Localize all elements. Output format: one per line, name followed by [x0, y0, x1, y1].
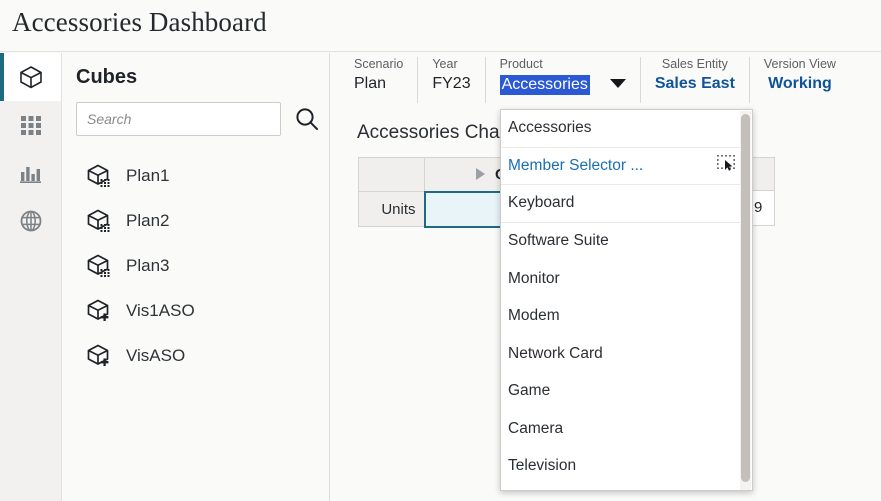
pov-dimension-label: Version View — [764, 57, 836, 71]
cube-plus-icon — [85, 297, 113, 325]
pov-cell-sales-entity[interactable]: Sales Entity Sales East — [640, 57, 749, 103]
grid-icon — [19, 113, 43, 137]
cubes-panel: Cubes — [62, 53, 330, 501]
pov-cell-product[interactable]: Product Accessories — [485, 57, 640, 103]
menu-item-label: Monitor — [508, 270, 560, 288]
search-button[interactable] — [292, 105, 322, 135]
search-input[interactable] — [76, 102, 281, 136]
rail-item-dashboards[interactable] — [0, 149, 61, 197]
menu-item-software-suite[interactable]: Software Suite — [501, 223, 744, 261]
pov-value-selected[interactable]: Accessories — [500, 75, 590, 95]
cube-grid-icon — [85, 162, 113, 190]
cube-plus-icon — [85, 342, 113, 370]
dashboard-app: Accessories Dashboard — [0, 0, 881, 501]
menu-item-label: Television — [508, 457, 576, 475]
globe-icon — [19, 209, 43, 233]
menu-item-game[interactable]: Game — [501, 373, 744, 411]
list-item-label: Plan1 — [126, 166, 169, 186]
menu-item-accessories[interactable]: Accessories — [501, 110, 744, 148]
menu-item-label: Member Selector ... — [508, 157, 643, 175]
search-icon — [294, 106, 320, 135]
menu-item-member-selector[interactable]: Member Selector ... — [501, 148, 744, 186]
rail-item-global[interactable] — [0, 197, 61, 245]
pov-value[interactable]: FY23 — [432, 75, 470, 93]
cube-grid-icon — [85, 207, 113, 235]
list-item-visaso[interactable]: VisASO — [62, 333, 330, 378]
triangle-right-icon[interactable] — [476, 168, 485, 180]
pov-bar: Scenario Plan Year FY23 Product Accessor… — [340, 57, 850, 105]
page-title: Accessories Dashboard — [12, 7, 267, 38]
dropdown-scrollbar[interactable] — [740, 111, 751, 491]
list-item-vis1aso[interactable]: Vis1ASO — [62, 288, 330, 333]
menu-item-label: Accessories — [508, 119, 592, 137]
menu-item-keyboard[interactable]: Keyboard — [501, 185, 744, 223]
pov-value[interactable]: Sales East — [655, 75, 735, 93]
grid-hidden-column-cell: 9 — [753, 191, 775, 226]
chevron-down-icon[interactable] — [610, 79, 626, 88]
pov-cell-scenario[interactable]: Scenario Plan — [340, 57, 417, 103]
list-item-plan1[interactable]: Plan1 — [62, 153, 330, 198]
pov-dimension-label: Sales Entity — [655, 57, 735, 71]
menu-item-modem[interactable]: Modem — [501, 298, 744, 336]
pov-value[interactable]: Working — [764, 75, 836, 93]
list-item-label: Plan3 — [126, 256, 169, 276]
pov-value[interactable]: Plan — [354, 75, 403, 93]
menu-item-label: Game — [508, 382, 550, 400]
bar-chart-icon — [19, 161, 43, 185]
form-title: Accessories Chart — [357, 122, 511, 144]
list-item-plan3[interactable]: Plan3 — [62, 243, 330, 288]
pov-dimension-label: Product — [500, 57, 626, 71]
menu-item-network-card[interactable]: Network Card — [501, 335, 744, 373]
pov-cell-year[interactable]: Year FY23 — [417, 57, 484, 103]
grid-hidden-column-header — [753, 157, 775, 191]
menu-item-label: Camera — [508, 420, 563, 438]
pov-dimension-label: Year — [432, 57, 470, 71]
member-selector-icon[interactable] — [716, 154, 736, 177]
list-item-label: Plan2 — [126, 211, 169, 231]
grid-row-header-units[interactable]: Units — [359, 192, 425, 227]
product-dropdown-menu[interactable]: Accessories Member Selector ... — [500, 109, 753, 491]
rail-item-cubes[interactable] — [0, 53, 61, 101]
dropdown-list: Accessories Member Selector ... — [501, 110, 744, 485]
cube-grid-icon — [85, 252, 113, 280]
grid-hidden-column-fragment: 9 — [753, 157, 775, 227]
cube-icon — [18, 64, 44, 90]
menu-item-label: Network Card — [508, 345, 603, 363]
menu-item-camera[interactable]: Camera — [501, 410, 744, 448]
search-field-wrapper — [76, 102, 281, 136]
cubes-panel-title: Cubes — [76, 66, 137, 89]
rail-item-forms[interactable] — [0, 101, 61, 149]
grid-corner-cell — [359, 158, 425, 192]
app-header: Accessories Dashboard — [0, 0, 881, 52]
menu-item-monitor[interactable]: Monitor — [501, 260, 744, 298]
menu-item-label: Software Suite — [508, 232, 609, 250]
dropdown-scrollbar-thumb[interactable] — [741, 114, 750, 482]
pov-dimension-label: Scenario — [354, 57, 403, 71]
menu-item-label: Keyboard — [508, 194, 574, 212]
list-item-plan2[interactable]: Plan2 — [62, 198, 330, 243]
menu-item-television[interactable]: Television — [501, 448, 744, 486]
list-item-label: VisASO — [126, 346, 185, 366]
menu-item-label: Modem — [508, 307, 560, 325]
pov-product-row: Accessories — [500, 71, 626, 95]
list-item-label: Vis1ASO — [126, 301, 195, 321]
pov-cell-version-view[interactable]: Version View Working — [749, 57, 850, 103]
navigation-rail — [0, 53, 62, 501]
cube-list: Plan1 Plan2 — [62, 153, 330, 378]
